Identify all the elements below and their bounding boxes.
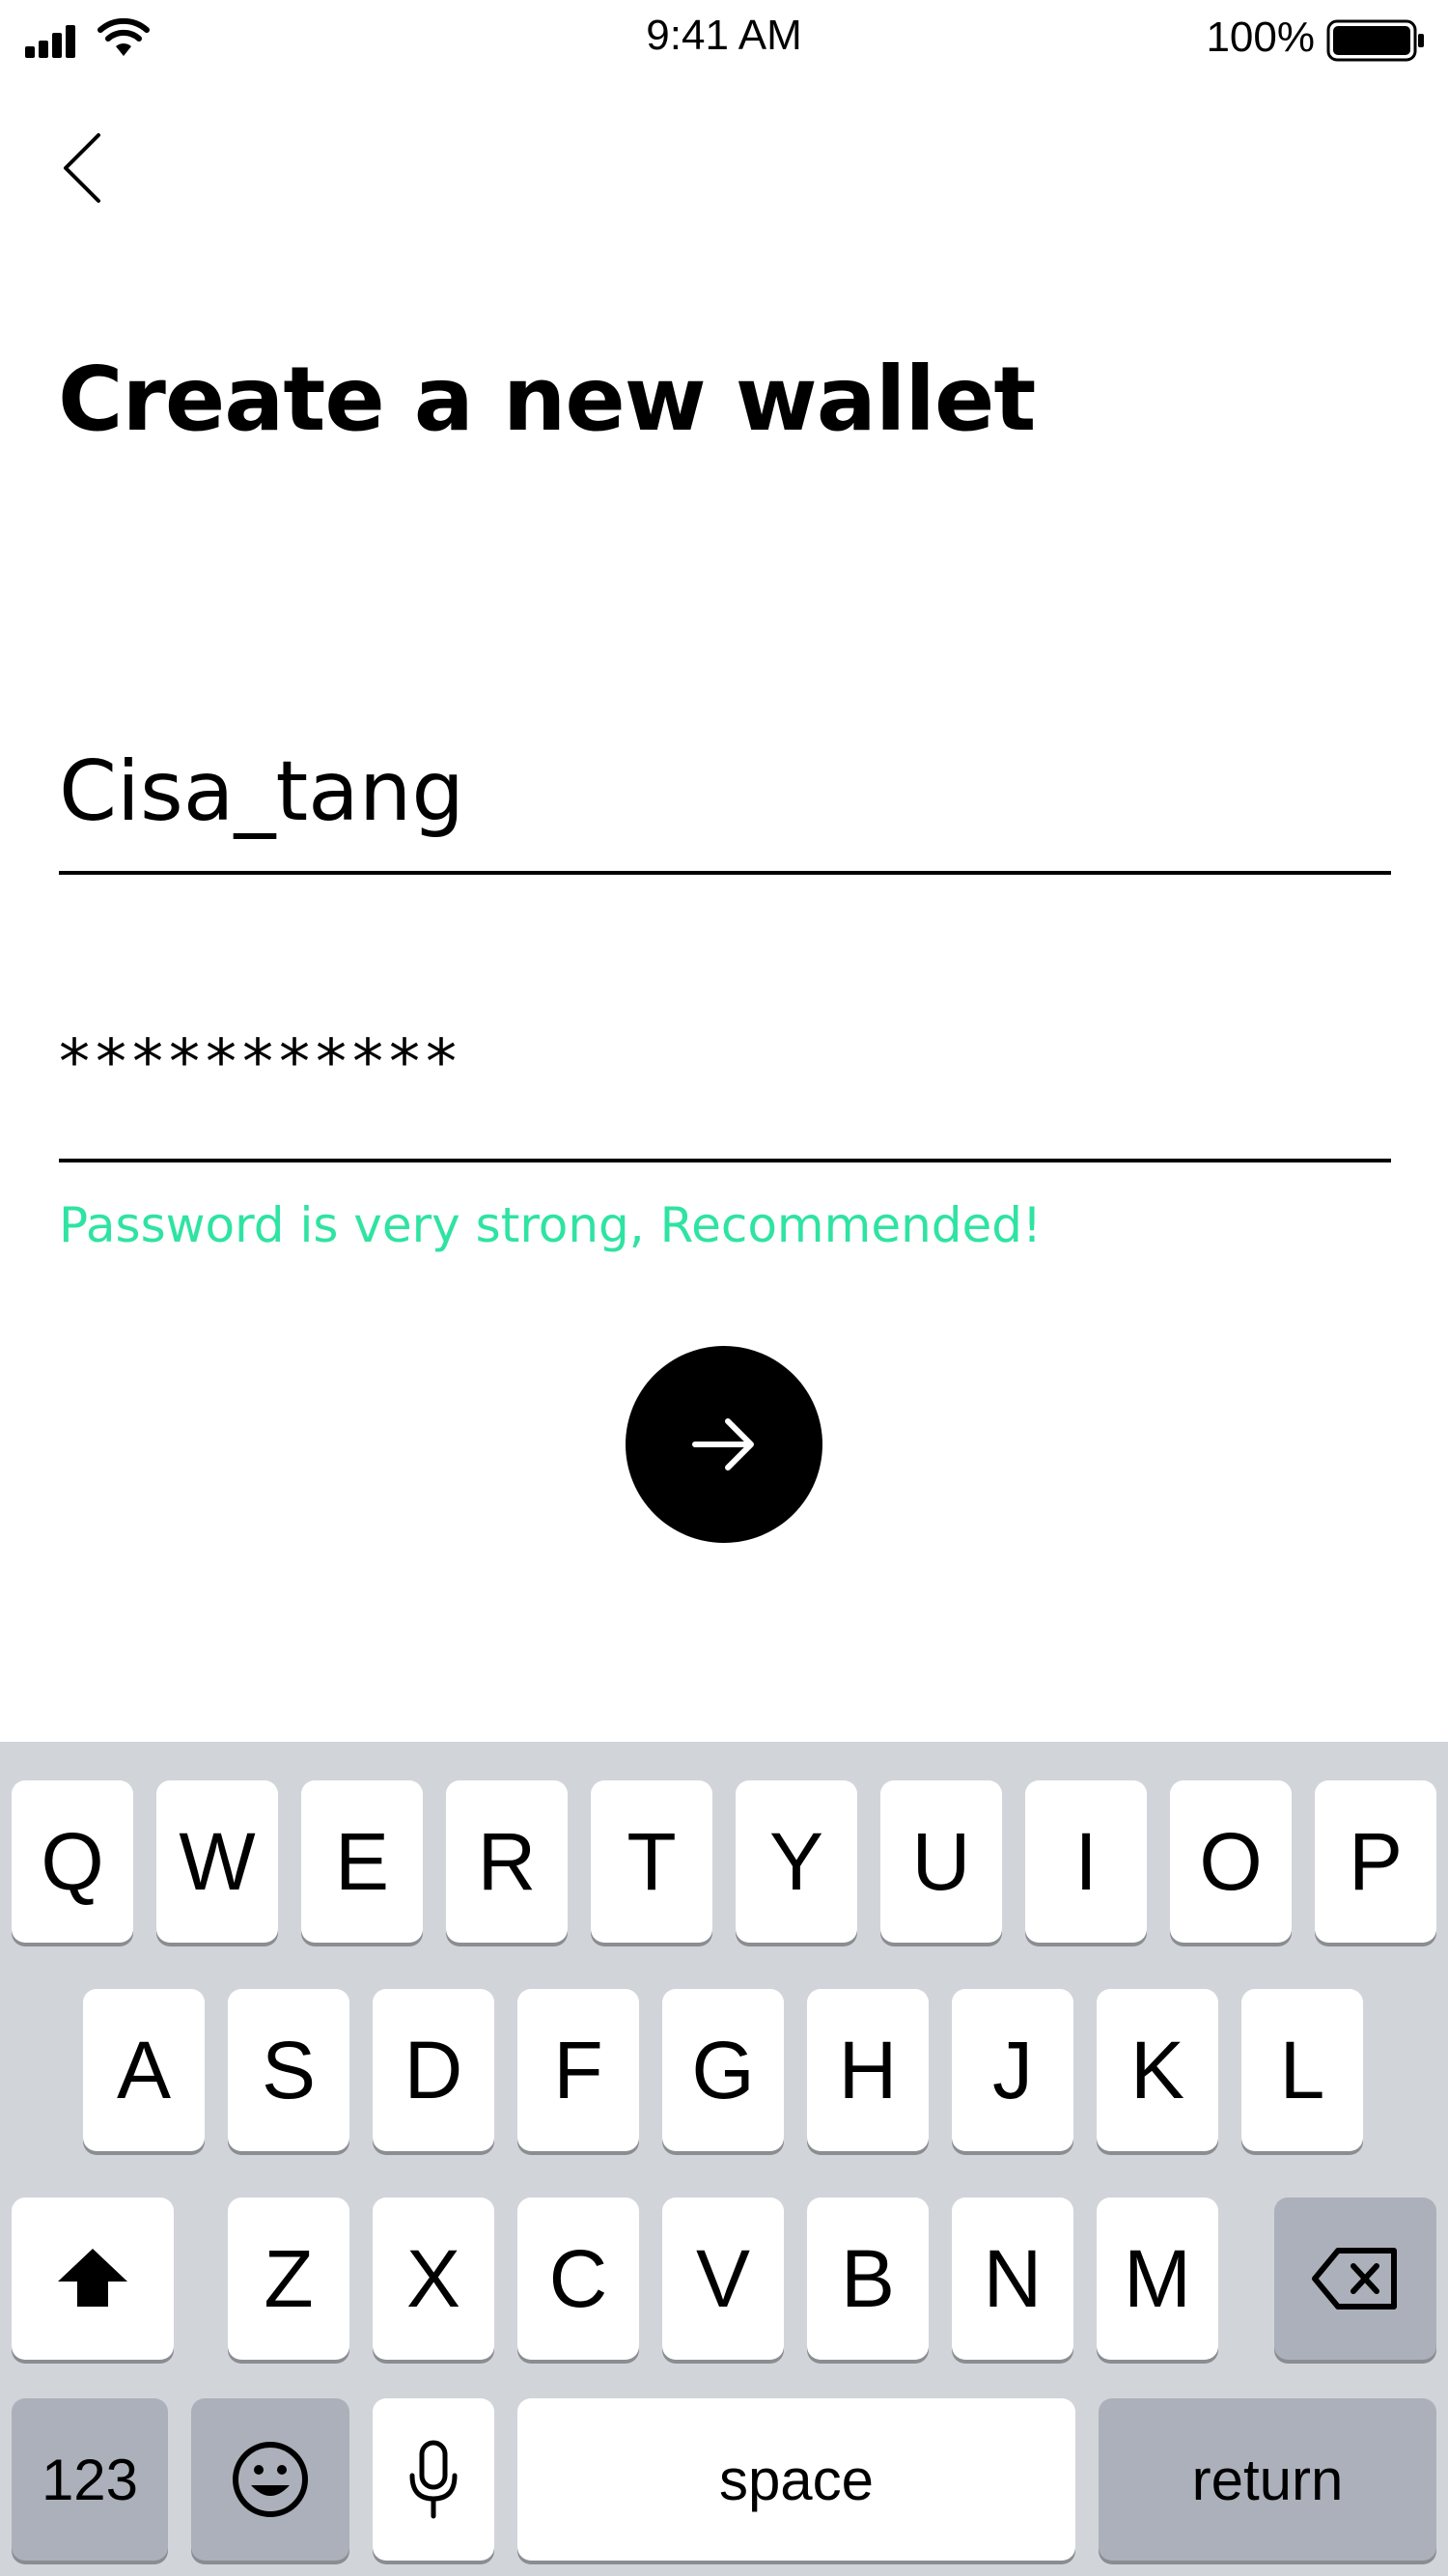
next-button[interactable] (626, 1346, 822, 1543)
password-strength-hint: Password is very strong, Recommended! (59, 1197, 1043, 1253)
numbers-key[interactable]: 123 (12, 2398, 168, 2561)
backspace-icon (1312, 2248, 1397, 2310)
return-key[interactable]: return (1099, 2398, 1436, 2561)
key-k[interactable]: K (1097, 1989, 1218, 2151)
key-d[interactable]: D (373, 1989, 494, 2151)
key-c[interactable]: C (517, 2198, 639, 2360)
keyboard-row-4: 123 space return (0, 2398, 1448, 2561)
space-key[interactable]: space (517, 2398, 1075, 2561)
key-b[interactable]: B (807, 2198, 929, 2360)
shift-arrow-icon (58, 2249, 127, 2307)
key-g[interactable]: G (662, 1989, 784, 2151)
key-n[interactable]: N (952, 2198, 1073, 2360)
battery-percentage: 100% (1206, 14, 1315, 61)
page-title: Create a new wallet (58, 348, 1036, 451)
key-o[interactable]: O (1170, 1780, 1292, 1943)
key-h[interactable]: H (807, 1989, 929, 2151)
key-w[interactable]: W (156, 1780, 278, 1943)
chevron-left-icon (64, 133, 100, 203)
battery-icon (1326, 19, 1424, 62)
key-l[interactable]: L (1241, 1989, 1363, 2151)
key-i[interactable]: I (1025, 1780, 1147, 1943)
microphone-key[interactable] (373, 2398, 494, 2561)
keyboard-row-1: QWERTYUIOP (0, 1780, 1448, 1943)
wallet-name-field[interactable] (59, 724, 1391, 875)
back-button[interactable] (50, 129, 118, 207)
key-j[interactable]: J (952, 1989, 1073, 2151)
keyboard-row-3: ZXCVBNM (0, 2198, 1448, 2360)
key-r[interactable]: R (446, 1780, 568, 1943)
on-screen-keyboard: QWERTYUIOP ASDFGHJKL ZXCVBNM 123 space r… (0, 1742, 1448, 2576)
status-bar: 9:41 AM 100% (0, 0, 1448, 77)
key-y[interactable]: Y (736, 1780, 857, 1943)
key-a[interactable]: A (83, 1989, 205, 2151)
key-z[interactable]: Z (228, 2198, 349, 2360)
shift-key[interactable] (12, 2198, 174, 2360)
delete-key[interactable] (1274, 2198, 1436, 2360)
key-x[interactable]: X (373, 2198, 494, 2360)
microphone-icon (409, 2440, 458, 2519)
key-p[interactable]: P (1315, 1780, 1436, 1943)
key-v[interactable]: V (662, 2198, 784, 2360)
password-field[interactable]: *********** (59, 994, 1391, 1162)
emoji-key[interactable] (191, 2398, 349, 2561)
emoji-smile-icon (233, 2442, 308, 2517)
keyboard-row-2: ASDFGHJKL (0, 1989, 1448, 2151)
wallet-name-input[interactable] (59, 734, 1391, 850)
key-f[interactable]: F (517, 1989, 639, 2151)
password-masked-value: *********** (59, 1027, 462, 1099)
key-t[interactable]: T (591, 1780, 712, 1943)
key-q[interactable]: Q (12, 1780, 133, 1943)
key-e[interactable]: E (301, 1780, 423, 1943)
key-u[interactable]: U (880, 1780, 1002, 1943)
key-m[interactable]: M (1097, 2198, 1218, 2360)
arrow-right-icon (692, 1418, 754, 1470)
key-s[interactable]: S (228, 1989, 349, 2151)
